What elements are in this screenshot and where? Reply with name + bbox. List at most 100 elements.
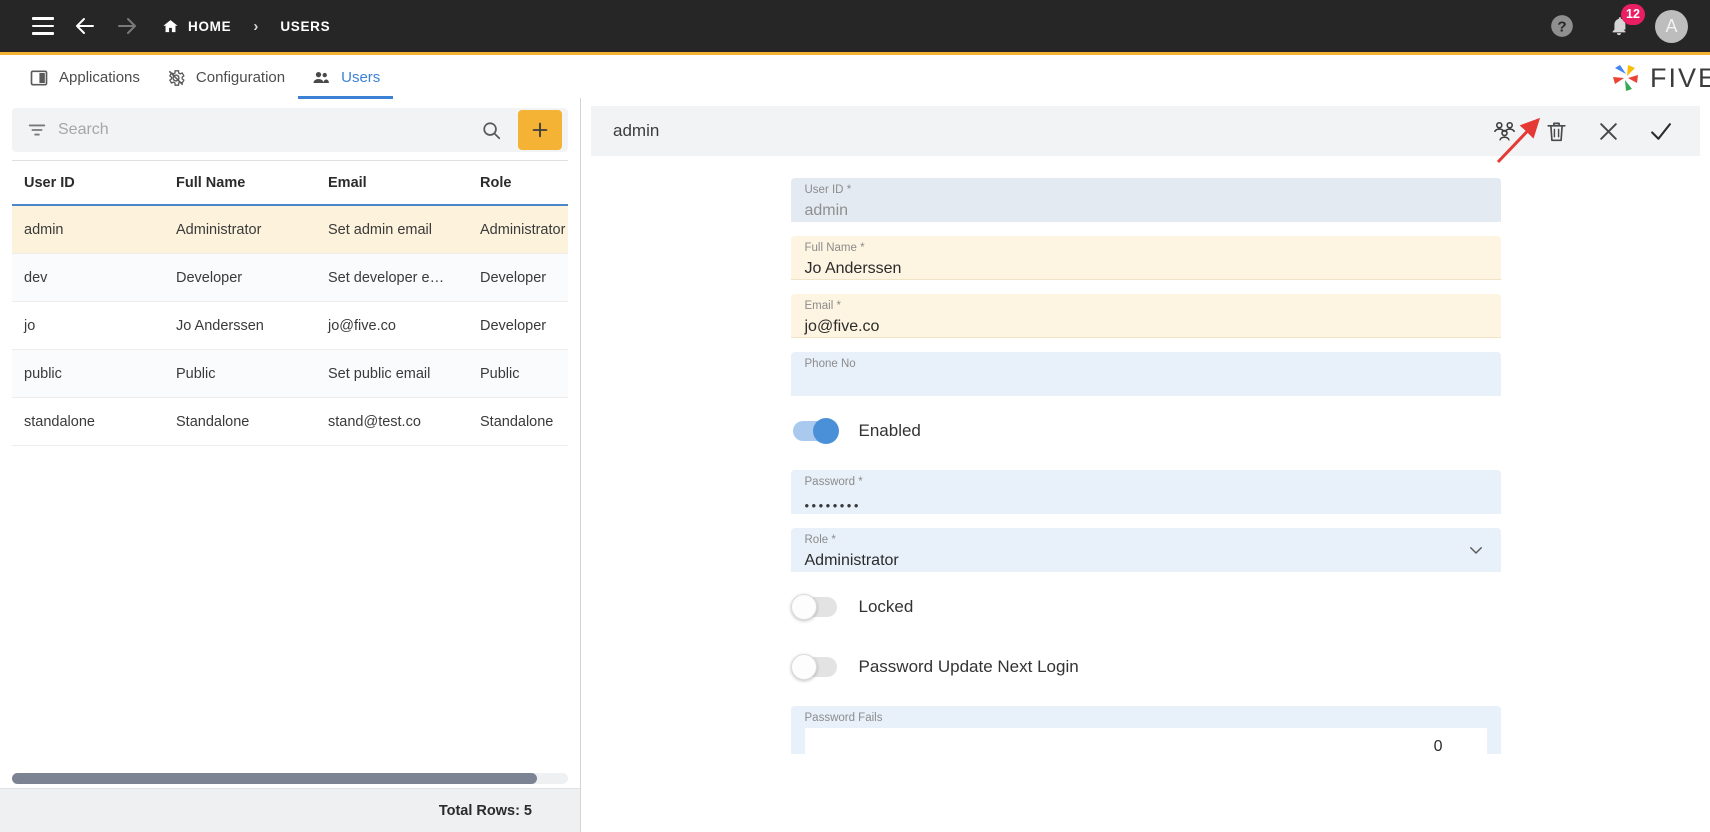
home-icon (163, 19, 178, 32)
table-row[interactable]: public Public Set public email Public (12, 350, 568, 398)
cell-email: stand@test.co (328, 413, 421, 430)
field-password-fails[interactable]: Password Fails 0 (790, 706, 1501, 757)
table-row[interactable]: admin Administrator Set admin email Admi… (12, 206, 568, 254)
user-detail-panel: admin User ID * admin Full Name * Jo And… (581, 98, 1710, 832)
column-header-role[interactable]: Role (468, 175, 608, 191)
forward-button[interactable] (106, 5, 148, 47)
toggle-password-update-row: Password Update Next Login (790, 646, 1501, 688)
toggle-enabled[interactable] (792, 418, 839, 444)
cell-role: Standalone (480, 413, 554, 430)
back-button[interactable] (64, 5, 106, 47)
tab-users[interactable]: Users (298, 59, 394, 99)
menu-button[interactable] (22, 5, 64, 47)
toggle-locked-row: Locked (790, 586, 1501, 628)
brand-name: FIVE (1649, 62, 1710, 93)
cell-full-name: Jo Anderssen (176, 317, 264, 334)
field-email-label: Email * (804, 300, 841, 312)
top-bar-right: ? 12 A (1541, 4, 1692, 47)
brand-logo: FIVE (1610, 62, 1710, 94)
cell-email: jo@five.co (328, 317, 396, 334)
search-icon[interactable] (480, 119, 502, 141)
column-header-user-id[interactable]: User ID (12, 175, 164, 191)
users-icon (313, 71, 330, 83)
field-full-name[interactable]: Full Name * Jo Anderssen (790, 236, 1501, 280)
hamburger-icon (32, 17, 54, 35)
field-password[interactable]: Password * •••••••• (790, 470, 1501, 514)
users-table: User ID Full Name Email Role admin Admin… (12, 160, 568, 770)
cell-full-name: Administrator (176, 221, 262, 238)
total-rows-footer: Total Rows: 5 (0, 788, 580, 832)
scrollbar-thumb[interactable] (12, 772, 537, 784)
field-email-value: jo@five.co (804, 318, 880, 335)
cell-email: Set public email (328, 365, 431, 382)
arrow-left-icon (76, 18, 94, 34)
breadcrumb-item-users[interactable]: USERS (280, 19, 330, 34)
table-body: admin Administrator Set admin email Admi… (12, 206, 568, 770)
breadcrumb-home-label: HOME (188, 18, 232, 34)
tab-users-label: Users (341, 69, 381, 86)
tab-applications[interactable]: Applications (16, 59, 153, 99)
svg-text:?: ? (1557, 18, 1566, 35)
field-user-id-label: User ID * (804, 184, 852, 196)
toggle-knob (812, 418, 839, 444)
cell-email: Set admin email (328, 221, 432, 238)
app-root: HOME › USERS ? 12 A Applications Configu… (0, 0, 1710, 832)
arrow-right-icon (118, 18, 136, 34)
detail-title: admin (613, 121, 660, 140)
toggle-enabled-row: Enabled (791, 410, 1501, 452)
notifications-button[interactable]: 12 (1605, 4, 1645, 40)
detail-toolbar (1490, 117, 1684, 145)
search-row (0, 98, 580, 160)
table-row[interactable]: standalone Standalone stand@test.co Stan… (12, 398, 568, 446)
field-password-value: •••••••• (804, 498, 861, 513)
users-table-wrapper: User ID Full Name Email Role admin Admin… (0, 160, 580, 788)
field-password-label: Password * (804, 476, 863, 488)
save-button[interactable] (1646, 117, 1674, 145)
table-row[interactable]: dev Developer Set developer em… Develope… (12, 254, 568, 302)
cell-user-id: public (24, 365, 62, 382)
cell-full-name: Developer (176, 269, 243, 286)
field-phone-label: Phone No (804, 358, 856, 370)
tab-configuration[interactable]: Configuration (153, 59, 298, 99)
horizontal-scrollbar-row (12, 770, 568, 788)
breadcrumb-item-home[interactable]: HOME (162, 18, 231, 35)
table-row[interactable]: jo Jo Anderssen jo@five.co Developer (12, 302, 568, 350)
toggle-locked-label: Locked (858, 597, 914, 616)
field-full-name-value: Jo Anderssen (804, 260, 902, 277)
form-fields: User ID * admin Full Name * Jo Anderssen… (790, 178, 1501, 768)
toggle-knob (790, 594, 817, 620)
tab-applications-label: Applications (59, 69, 140, 86)
avatar[interactable]: A (1655, 9, 1688, 43)
field-phone[interactable]: Phone No (790, 352, 1501, 396)
toggle-locked[interactable] (790, 594, 837, 620)
top-bar: HOME › USERS ? 12 A (0, 0, 1710, 52)
search-box (12, 108, 568, 152)
field-role[interactable]: Role * Administrator (790, 528, 1501, 572)
toggle-enabled-label: Enabled (858, 421, 921, 440)
user-group-button[interactable] (1490, 117, 1518, 145)
column-header-email[interactable]: Email (316, 175, 468, 191)
user-group-icon (1493, 121, 1515, 141)
cell-full-name: Public (176, 365, 216, 382)
close-icon (1599, 122, 1617, 140)
field-role-value: Administrator (804, 552, 899, 569)
filter-icon[interactable] (26, 119, 48, 141)
horizontal-scrollbar[interactable] (12, 772, 568, 784)
cell-role: Public (480, 365, 520, 382)
field-user-id[interactable]: User ID * admin (790, 178, 1501, 222)
cell-user-id: jo (24, 317, 36, 334)
notification-badge: 12 (1621, 4, 1645, 25)
add-user-button[interactable] (518, 110, 562, 150)
applications-icon (30, 70, 48, 85)
delete-button[interactable] (1542, 117, 1570, 145)
help-button[interactable]: ? (1541, 5, 1583, 47)
configuration-icon (168, 69, 185, 86)
search-input[interactable] (58, 121, 470, 139)
cell-full-name: Standalone (176, 413, 250, 430)
field-email[interactable]: Email * jo@five.co (790, 294, 1501, 338)
column-header-full-name[interactable]: Full Name (164, 175, 316, 191)
cell-email: Set developer em… (328, 269, 457, 286)
body: User ID Full Name Email Role admin Admin… (0, 98, 1710, 832)
toggle-password-update[interactable] (790, 654, 837, 680)
close-button[interactable] (1594, 117, 1622, 145)
